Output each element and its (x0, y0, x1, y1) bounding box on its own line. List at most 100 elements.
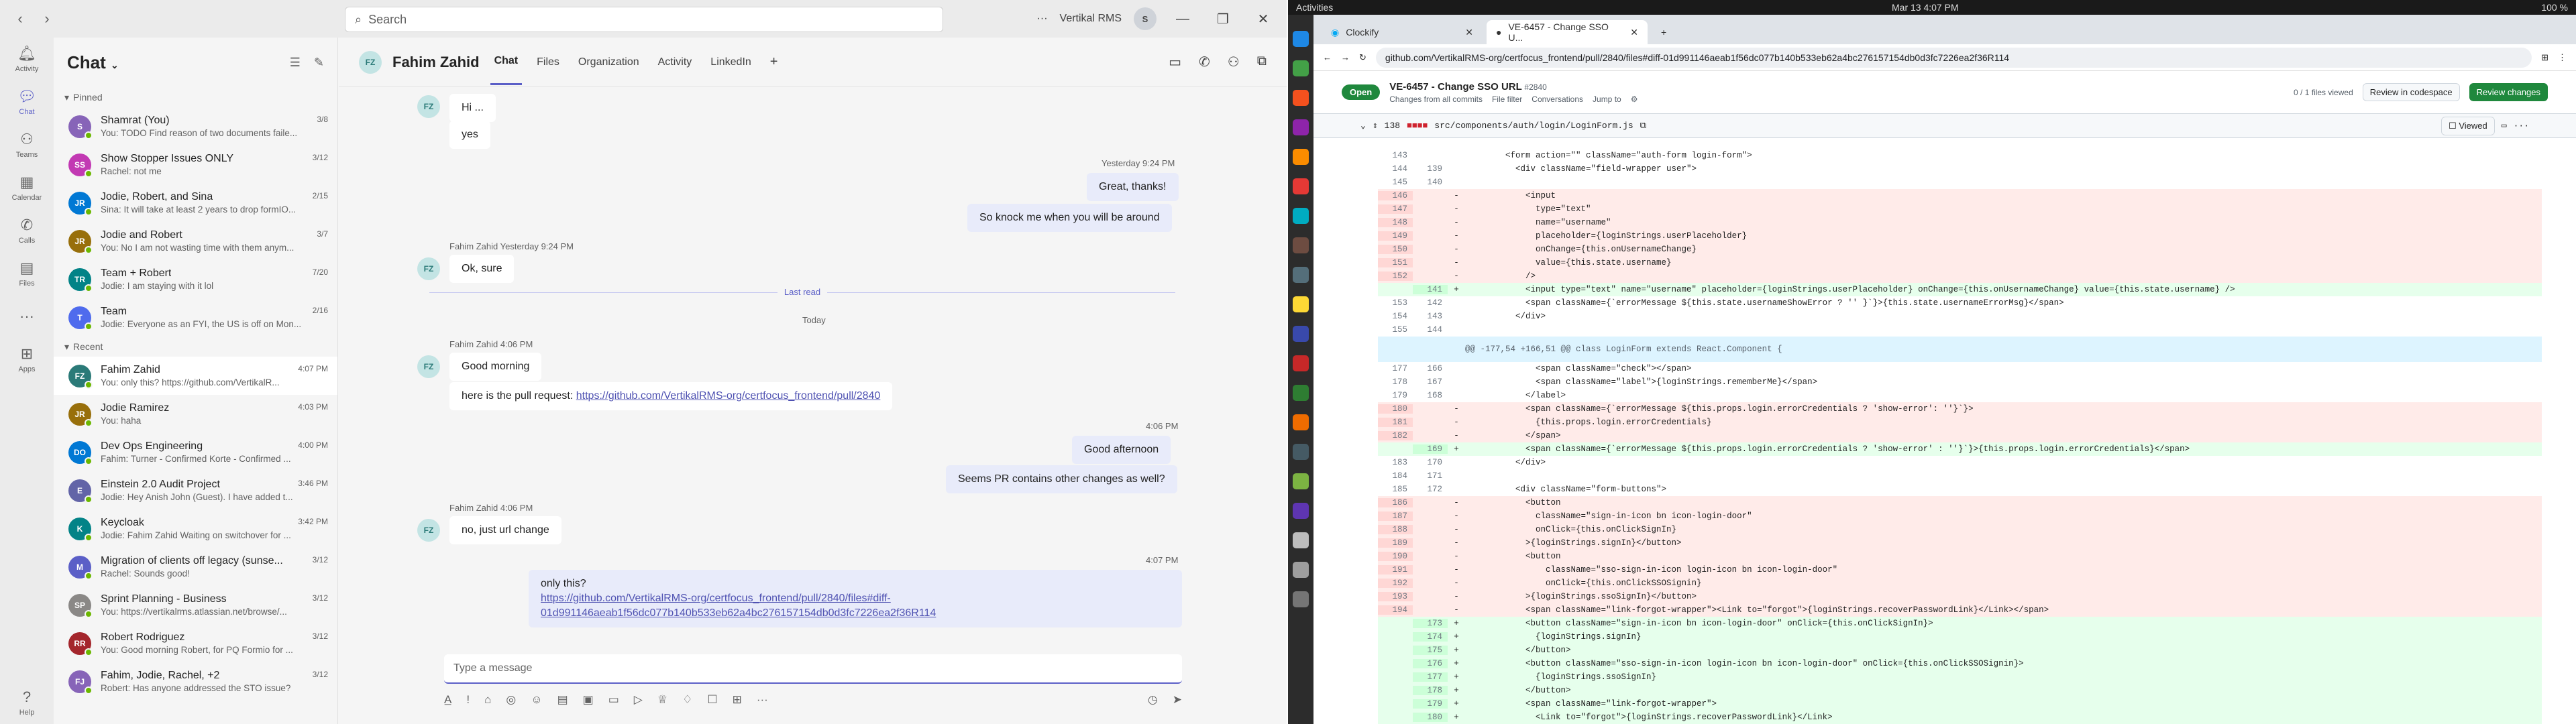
new-line-number[interactable]: 140 (1413, 178, 1448, 187)
old-line-number[interactable]: 188 (1378, 525, 1413, 534)
tab-chat[interactable]: Chat (490, 39, 523, 85)
activities-button[interactable]: Activities (1296, 2, 1333, 13)
old-line-number[interactable]: 144 (1378, 164, 1413, 174)
dock-app-icon[interactable] (1293, 444, 1309, 460)
chat-list-item[interactable]: JR Jodie and Robert 3/7 You: No I am not wa… (54, 222, 337, 260)
old-line-number[interactable]: 183 (1378, 458, 1413, 467)
updates-icon[interactable]: ♢ (682, 693, 692, 707)
new-line-number[interactable]: 168 (1413, 391, 1448, 400)
extensions-icon[interactable]: ⊞ (2541, 52, 2548, 63)
old-line-number[interactable]: 151 (1378, 258, 1413, 267)
new-line-number[interactable]: 139 (1413, 164, 1448, 174)
old-line-number[interactable]: 185 (1378, 485, 1413, 494)
chat-list-item[interactable]: TR Team + Robert 7/20 Jodie: I am staying w… (54, 260, 337, 298)
video-call-icon[interactable]: ▭ (1169, 54, 1181, 70)
send-icon[interactable]: ➤ (1173, 693, 1182, 707)
filter-icon[interactable]: ☰ (290, 56, 301, 70)
dock-app-icon[interactable] (1293, 31, 1309, 47)
expand-icon[interactable]: ⇕ (1373, 121, 1378, 131)
close-icon[interactable]: ✕ (1249, 11, 1277, 27)
chat-list-item[interactable]: FZ Fahim Zahid 4:07 PM You: only this? http… (54, 357, 337, 395)
old-line-number[interactable]: 184 (1378, 471, 1413, 481)
settings-icon[interactable]: ⚙ (1631, 95, 1638, 104)
file-filter-dropdown[interactable]: File filter (1492, 95, 1522, 104)
gif-icon[interactable]: ▤ (557, 693, 568, 707)
forward-icon[interactable]: → (1341, 52, 1350, 62)
priority-icon[interactable]: ! (466, 693, 470, 707)
new-tab-button[interactable]: + (1652, 20, 1676, 44)
copy-icon[interactable]: ⧉ (1640, 121, 1646, 131)
old-line-number[interactable]: 148 (1378, 218, 1413, 227)
approvals-icon[interactable]: ☐ (707, 693, 717, 707)
tab-activity[interactable]: Activity (654, 40, 696, 84)
rail-item-help[interactable]: ? Help (0, 681, 54, 724)
dock-app-icon[interactable] (1293, 532, 1309, 548)
new-line-number[interactable]: 174 (1413, 632, 1448, 642)
old-line-number[interactable]: 194 (1378, 605, 1413, 615)
recent-section[interactable]: ▾ Recent (54, 337, 337, 357)
meet-icon[interactable]: ▭ (608, 693, 619, 707)
new-line-number[interactable]: 167 (1413, 377, 1448, 387)
message-composer[interactable]: Type a message (444, 654, 1182, 684)
url-field[interactable]: github.com/VertikalRMS-org/certfocus_fro… (1375, 47, 2532, 68)
new-line-number[interactable]: 171 (1413, 471, 1448, 481)
changes-from-dropdown[interactable]: Changes from all commits (1389, 95, 1483, 104)
chat-list-item[interactable]: M Migration of clients off legacy (sunse.… (54, 548, 337, 586)
old-line-number[interactable]: 186 (1378, 498, 1413, 507)
old-line-number[interactable]: 182 (1378, 431, 1413, 440)
new-line-number[interactable]: 143 (1413, 312, 1448, 321)
old-line-number[interactable]: 180 (1378, 404, 1413, 414)
rail-item-activity[interactable]: 🔔︎ Activity (0, 38, 54, 80)
dock-app-icon[interactable] (1293, 355, 1309, 371)
jump-to-dropdown[interactable]: Jump to (1593, 95, 1621, 104)
popout-icon[interactable]: ⧉ (1257, 54, 1267, 70)
dock-app-icon[interactable] (1293, 90, 1309, 106)
battery-label[interactable]: 100 % (2541, 2, 2568, 13)
chat-list-item[interactable]: T Team 2/16 Jodie: Everyone as an FYI, the … (54, 298, 337, 337)
stream-icon[interactable]: ▷ (634, 693, 643, 707)
tab-files[interactable]: Files (533, 40, 564, 84)
old-line-number[interactable]: 146 (1378, 191, 1413, 200)
more-options-icon[interactable]: ··· (757, 693, 768, 707)
old-line-number[interactable]: 191 (1378, 565, 1413, 575)
dock-app-icon[interactable] (1293, 267, 1309, 283)
reload-icon[interactable]: ↻ (1359, 52, 1366, 63)
review-changes-button[interactable]: Review changes (2469, 83, 2548, 101)
new-line-number[interactable]: 172 (1413, 485, 1448, 494)
dock-app-icon[interactable] (1293, 473, 1309, 489)
comment-icon[interactable]: ▭ (2502, 121, 2507, 131)
sticker-icon[interactable]: ▣ (583, 693, 594, 707)
old-line-number[interactable]: 155 (1378, 325, 1413, 335)
viewed-checkbox[interactable]: ☐ Viewed (2441, 116, 2495, 135)
dock-app-icon[interactable] (1293, 503, 1309, 519)
chat-list-item[interactable]: SP Sprint Planning - Business 3/12 You: htt… (54, 586, 337, 624)
new-line-number[interactable]: 175 (1413, 646, 1448, 655)
pr-link[interactable]: https://github.com/VertikalRMS-org/certf… (576, 390, 881, 402)
rail-item-calls[interactable]: ✆ Calls (0, 209, 54, 252)
old-line-number[interactable]: 181 (1378, 418, 1413, 427)
new-line-number[interactable]: 170 (1413, 458, 1448, 467)
old-line-number[interactable]: 189 (1378, 538, 1413, 548)
new-line-number[interactable]: 141 (1413, 285, 1448, 294)
old-line-number[interactable]: 193 (1378, 592, 1413, 601)
new-line-number[interactable]: 169 (1413, 444, 1448, 454)
attach-icon[interactable]: ⌂ (484, 693, 491, 707)
tab-linkedin[interactable]: LinkedIn (706, 40, 755, 84)
more-apps-icon[interactable]: ⊞ (733, 693, 742, 707)
loop-icon[interactable]: ◎ (506, 693, 516, 707)
org-name[interactable]: Vertikal RMS (1060, 13, 1122, 25)
dock-app-icon[interactable] (1293, 149, 1309, 165)
pr-file-link[interactable]: https://github.com/VertikalRMS-org/certf… (541, 591, 1170, 621)
schedule-icon[interactable]: ◷ (1148, 693, 1158, 707)
new-line-number[interactable]: 173 (1413, 619, 1448, 628)
new-line-number[interactable]: 144 (1413, 325, 1448, 335)
old-line-number[interactable]: 192 (1378, 579, 1413, 588)
file-menu-icon[interactable]: ··· (2514, 121, 2529, 131)
dock-app-icon[interactable] (1293, 296, 1309, 312)
old-line-number[interactable]: 147 (1378, 204, 1413, 214)
tab-organization[interactable]: Organization (574, 40, 643, 84)
rail-item-teams[interactable]: ⚇ Teams (0, 123, 54, 166)
rail-item-calendar[interactable]: ▦ Calendar (0, 166, 54, 209)
rail-item-[interactable]: ··· (0, 295, 54, 338)
format-icon[interactable]: A̲ (444, 693, 451, 707)
